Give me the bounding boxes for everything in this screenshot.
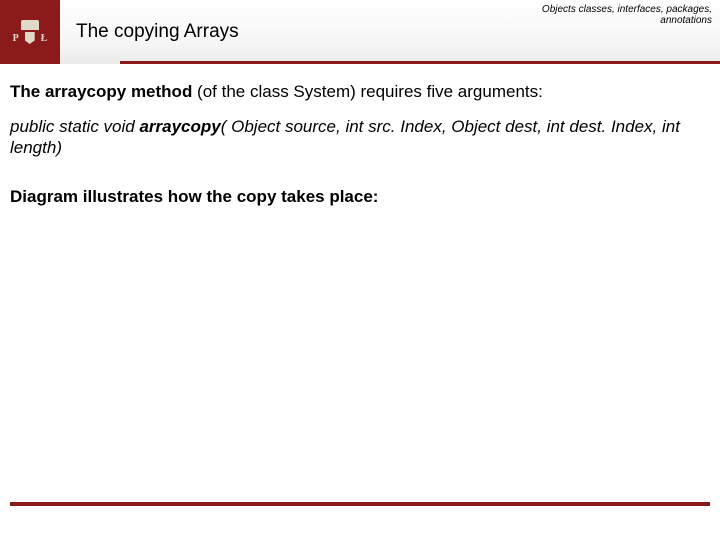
logo-letter-left: P <box>13 33 19 44</box>
diagram-caption: Diagram illustrates how the copy takes p… <box>10 187 710 207</box>
logo-letter-right: Ł <box>41 33 48 44</box>
logo-crest-top <box>21 20 39 30</box>
university-logo: P Ł <box>0 0 60 64</box>
slide-header: P Ł The copying Arrays Objects classes, … <box>0 0 720 64</box>
intro-rest: (of the class System) requires five argu… <box>192 82 543 101</box>
intro-paragraph: The arraycopy method (of the class Syste… <box>10 82 710 102</box>
footer-divider <box>10 502 710 506</box>
sig-prefix: public static void <box>10 117 139 136</box>
slide-subtitle: Objects classes, interfaces, packages, a… <box>542 4 712 26</box>
logo-letters: P Ł <box>13 32 48 44</box>
subtitle-line-1: Objects classes, interfaces, packages, <box>542 4 712 15</box>
title-area: The copying Arrays Objects classes, inte… <box>60 0 720 64</box>
intro-bold: The arraycopy method <box>10 82 192 101</box>
logo-shield-icon <box>25 32 35 44</box>
slide-title: The copying Arrays <box>76 21 239 43</box>
header-underline <box>120 61 720 64</box>
subtitle-line-2: annotations <box>542 15 712 26</box>
slide-content: The arraycopy method (of the class Syste… <box>0 64 720 217</box>
sig-method: arraycopy <box>139 117 220 136</box>
method-signature: public static void arraycopy( Object sou… <box>10 116 710 159</box>
